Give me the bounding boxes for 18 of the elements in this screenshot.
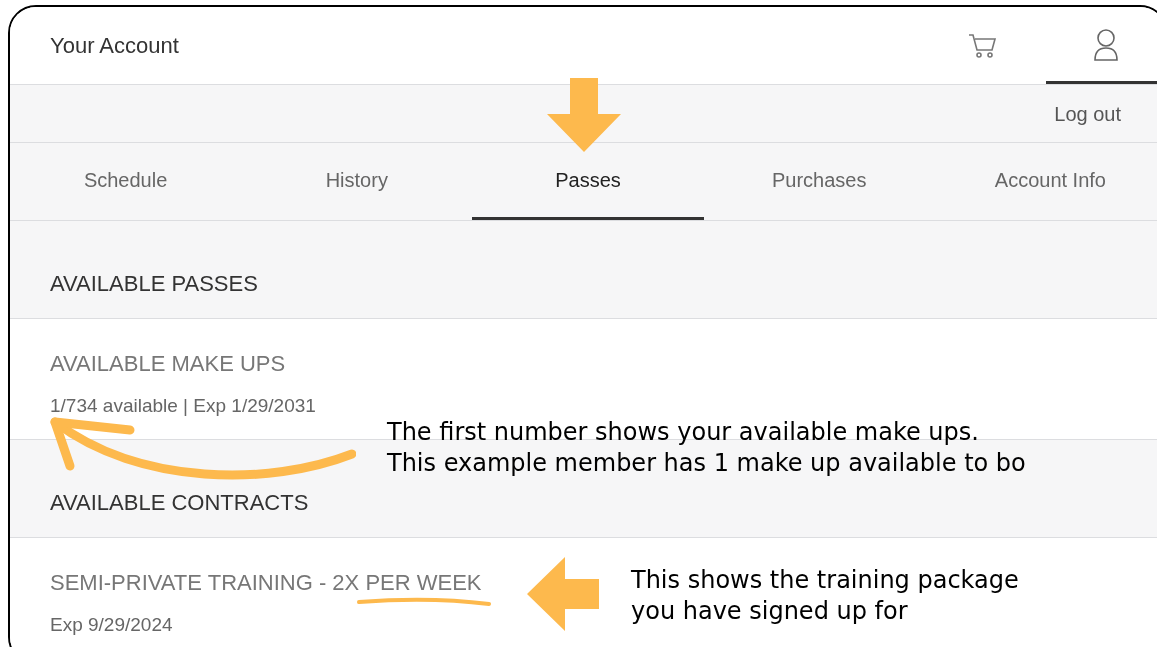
section-heading: AVAILABLE PASSES (50, 270, 258, 298)
tab[interactable]: History (241, 143, 473, 220)
user-icon (1092, 27, 1120, 61)
log-out-link[interactable]: Log out (1054, 98, 1121, 129)
cart-icon[interactable] (968, 31, 998, 60)
tab[interactable]: Account Info (934, 143, 1157, 220)
annotation-text: The first number shows your available make ups. This example member has 1 make up available to bo (387, 417, 1026, 479)
annotation-text: This shows the training package you have signed up for (631, 565, 1019, 627)
left-arrow-icon (527, 557, 599, 631)
down-arrow-icon (547, 78, 621, 152)
pass-title: SEMI-PRIVATE TRAINING - 2X PER WEEK (50, 569, 482, 597)
pass-title: AVAILABLE MAKE UPS (50, 350, 286, 378)
pass-detail: 1/734 available | Exp 1/29/2031 (50, 394, 316, 418)
tab[interactable]: Purchases (703, 143, 935, 220)
tab[interactable]: Schedule (10, 143, 242, 220)
section-heading: AVAILABLE CONTRACTS (50, 489, 309, 517)
page-title: Your Account (50, 32, 179, 60)
pass-detail: Exp 9/29/2024 (50, 613, 173, 637)
